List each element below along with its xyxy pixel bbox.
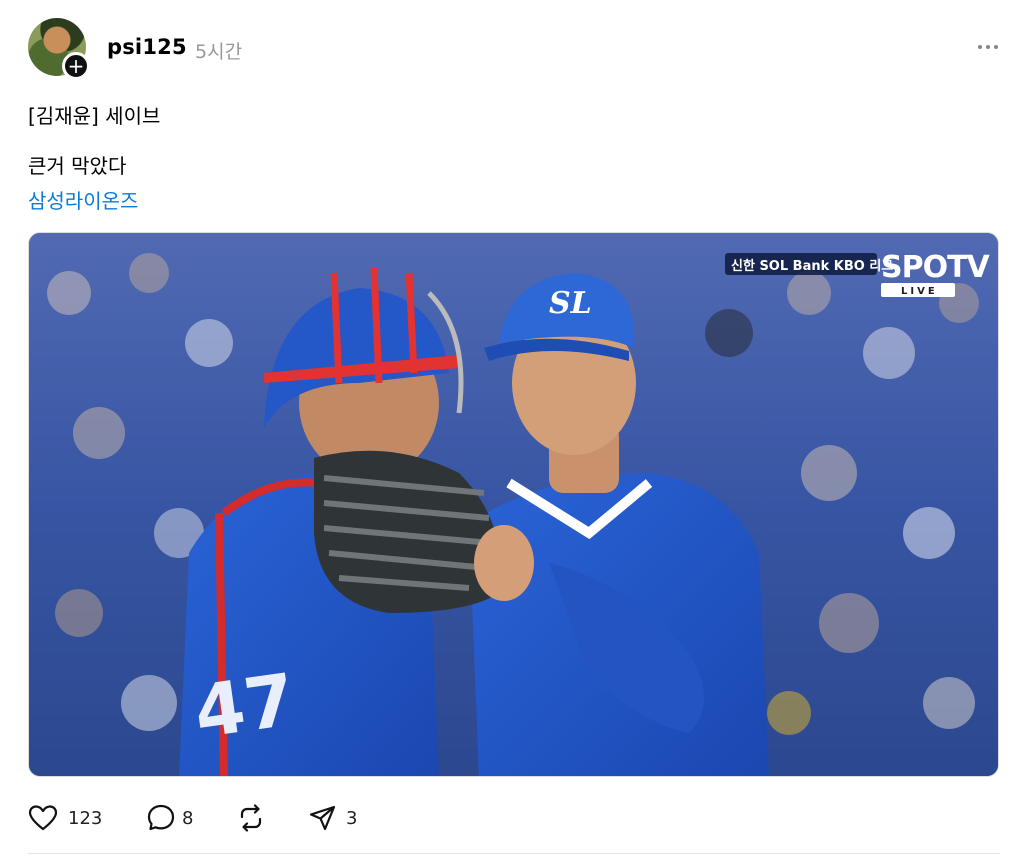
repost-icon (240, 804, 262, 832)
broadcast-sponsor-text: 신한 SOL Bank KBO 리그 (731, 258, 893, 274)
repost-button[interactable] (236, 800, 266, 836)
post-text-line1: [김재윤] 세이브 (28, 104, 161, 128)
live-badge: LIVE (901, 286, 938, 297)
reply-button[interactable]: 8 (146, 800, 193, 836)
like-count: 123 (68, 807, 103, 829)
more-options-icon[interactable] (978, 45, 998, 49)
reply-count: 8 (182, 807, 194, 829)
post-time: 5시간 (195, 41, 243, 63)
comment-bubble-icon (147, 804, 175, 831)
like-button[interactable]: 123 (28, 800, 102, 836)
heart-icon (28, 805, 58, 831)
divider (28, 853, 1000, 854)
topic-tag-link[interactable]: 삼성라이온즈 (28, 188, 138, 214)
post-video-frame[interactable]: SL 47 신한 SOL Bank KBO 리그 SPOTV LIVE (28, 232, 999, 777)
video-still: SL 47 신한 SOL Bank KBO 리그 SPOTV LIVE (29, 233, 998, 776)
share-count: 3 (346, 807, 358, 829)
post-actions: 123 8 3 (28, 800, 628, 836)
username[interactable]: psi125 (107, 35, 187, 59)
post-text-line2: 큰거 막았다 (28, 154, 127, 178)
post-header: + psi125 5시간 (28, 18, 1000, 80)
follow-plus-icon[interactable]: + (62, 52, 90, 80)
catcher-number: 47 (189, 657, 300, 754)
broadcast-channel-logo: SPOTV (881, 250, 991, 285)
send-icon (309, 805, 336, 831)
share-button[interactable]: 3 (308, 800, 357, 836)
cap-logo: SL (549, 286, 592, 321)
